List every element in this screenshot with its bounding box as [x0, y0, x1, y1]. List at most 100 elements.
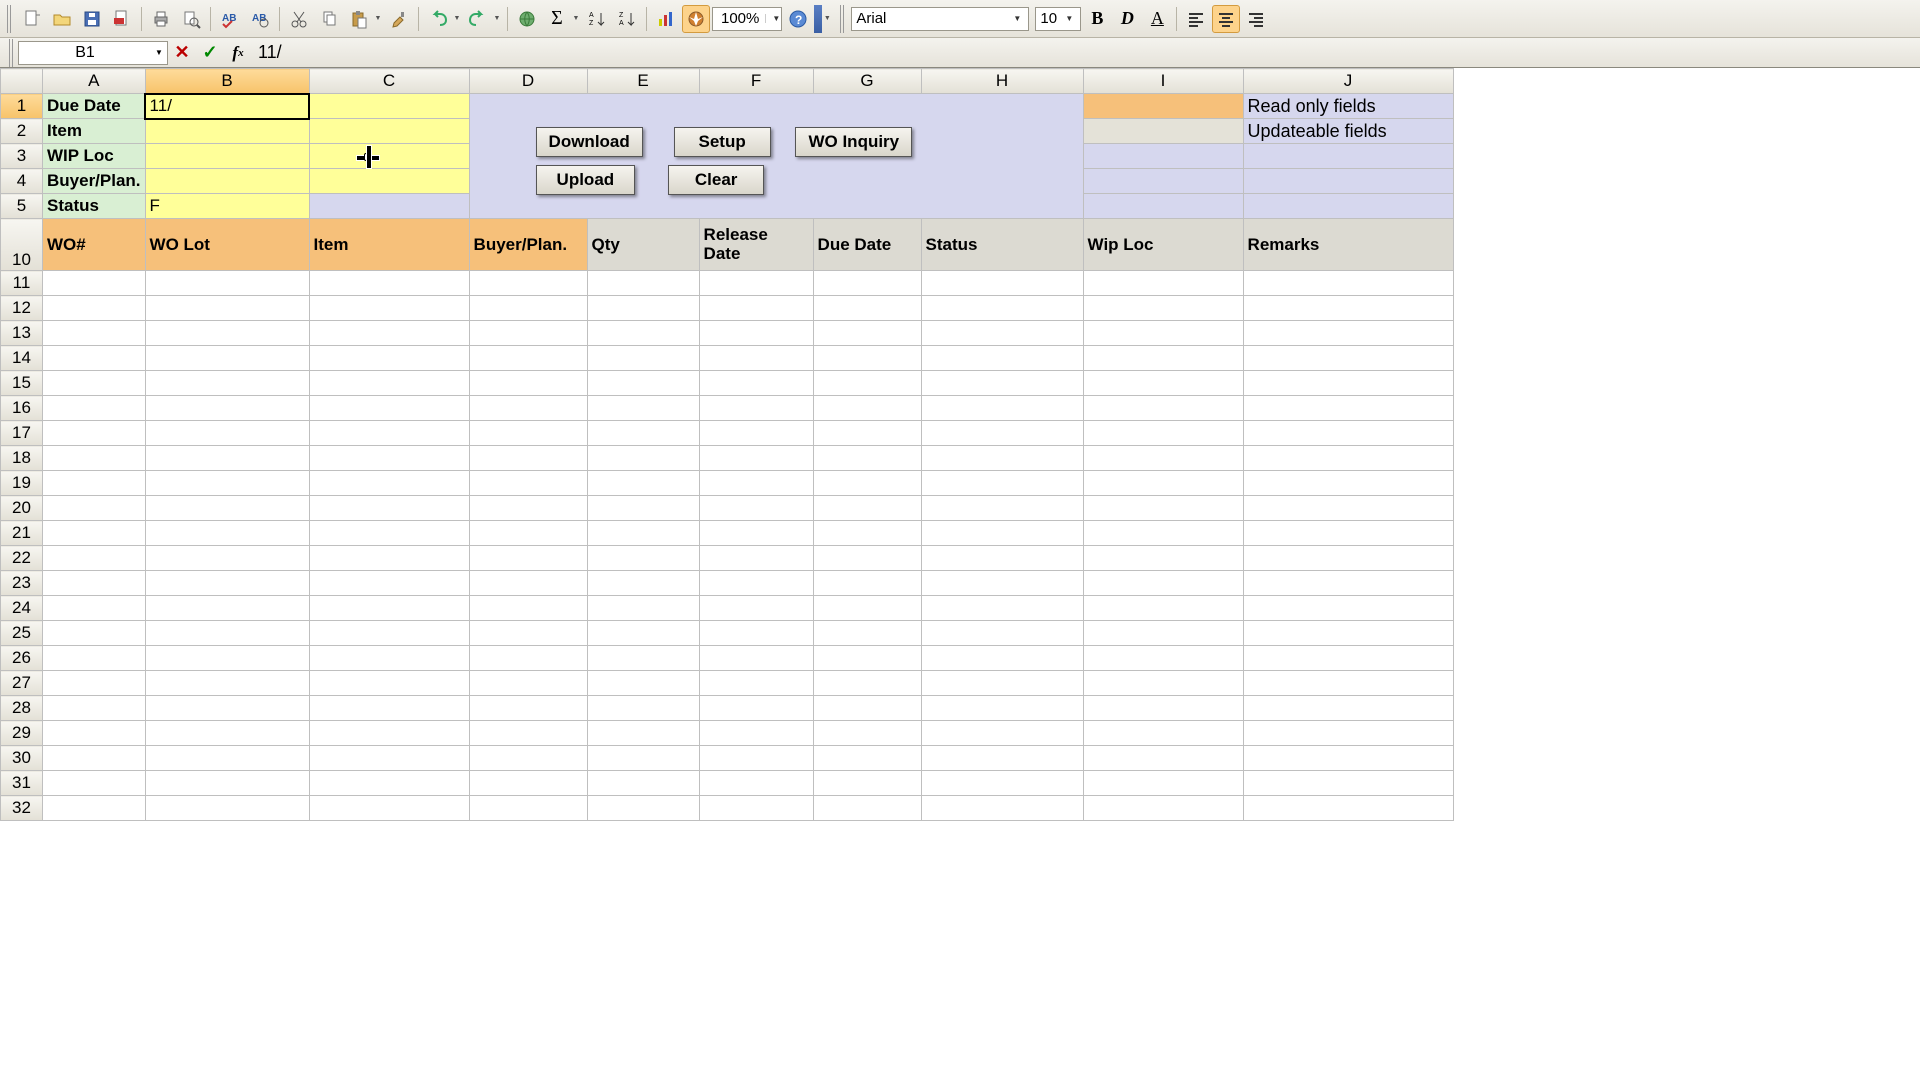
- select-all-corner[interactable]: [1, 69, 43, 94]
- cell[interactable]: [145, 496, 309, 521]
- cell[interactable]: [43, 796, 146, 821]
- cell[interactable]: [699, 621, 813, 646]
- cell[interactable]: [587, 721, 699, 746]
- cell-B4[interactable]: [145, 169, 309, 194]
- col-header-J[interactable]: J: [1243, 69, 1453, 94]
- cell[interactable]: [921, 696, 1083, 721]
- row-header-10[interactable]: 10: [1, 219, 43, 271]
- row-header-15[interactable]: 15: [1, 371, 43, 396]
- cell[interactable]: [309, 621, 469, 646]
- cell[interactable]: [813, 371, 921, 396]
- cell[interactable]: [813, 346, 921, 371]
- cell[interactable]: [921, 596, 1083, 621]
- row-header-23[interactable]: 23: [1, 571, 43, 596]
- cell[interactable]: [1083, 721, 1243, 746]
- cell[interactable]: [699, 371, 813, 396]
- cell[interactable]: [145, 596, 309, 621]
- th-remarks[interactable]: Remarks: [1243, 219, 1453, 271]
- cell[interactable]: [469, 671, 587, 696]
- row-header-31[interactable]: 31: [1, 771, 43, 796]
- cell[interactable]: [699, 346, 813, 371]
- cell[interactable]: [587, 521, 699, 546]
- row-header-11[interactable]: 11: [1, 271, 43, 296]
- cell[interactable]: [699, 321, 813, 346]
- cell[interactable]: [309, 421, 469, 446]
- cell[interactable]: [1083, 696, 1243, 721]
- cell[interactable]: [587, 371, 699, 396]
- name-box[interactable]: B1 ▼: [18, 41, 168, 65]
- undo-dropdown[interactable]: ▼: [452, 5, 462, 33]
- cell[interactable]: [1083, 796, 1243, 821]
- cell[interactable]: [145, 771, 309, 796]
- cell[interactable]: [145, 321, 309, 346]
- cell[interactable]: [1083, 596, 1243, 621]
- cell[interactable]: [1083, 771, 1243, 796]
- cell[interactable]: [309, 746, 469, 771]
- cell[interactable]: [309, 396, 469, 421]
- wo-inquiry-button[interactable]: WO Inquiry: [795, 127, 912, 157]
- row-header-4[interactable]: 4: [1, 169, 43, 194]
- cell[interactable]: [43, 371, 146, 396]
- font-size-dropdown-arrow[interactable]: ▼: [1062, 14, 1076, 23]
- cell[interactable]: [1083, 321, 1243, 346]
- cell[interactable]: [145, 471, 309, 496]
- cell[interactable]: [469, 621, 587, 646]
- cell[interactable]: [43, 396, 146, 421]
- cell[interactable]: [921, 496, 1083, 521]
- col-header-G[interactable]: G: [813, 69, 921, 94]
- col-header-H[interactable]: H: [921, 69, 1083, 94]
- row-header-16[interactable]: 16: [1, 396, 43, 421]
- label-buyer-plan[interactable]: Buyer/Plan.: [43, 169, 146, 194]
- col-header-D[interactable]: D: [469, 69, 587, 94]
- cell[interactable]: [1083, 621, 1243, 646]
- cell[interactable]: [699, 796, 813, 821]
- cell[interactable]: [43, 696, 146, 721]
- cell-B1[interactable]: 11/: [145, 94, 309, 119]
- cell[interactable]: [309, 496, 469, 521]
- cell[interactable]: [587, 296, 699, 321]
- row-header-32[interactable]: 32: [1, 796, 43, 821]
- cell[interactable]: [921, 671, 1083, 696]
- cell[interactable]: [1243, 421, 1453, 446]
- cell[interactable]: [145, 371, 309, 396]
- cell[interactable]: [469, 421, 587, 446]
- print-button[interactable]: [147, 5, 175, 33]
- cell[interactable]: [921, 646, 1083, 671]
- cell[interactable]: [699, 771, 813, 796]
- cell[interactable]: [813, 621, 921, 646]
- cell-J4[interactable]: [1243, 169, 1453, 194]
- cell[interactable]: [469, 296, 587, 321]
- cell[interactable]: [1243, 371, 1453, 396]
- cell[interactable]: [921, 721, 1083, 746]
- row-header-29[interactable]: 29: [1, 721, 43, 746]
- cell[interactable]: [699, 671, 813, 696]
- cell[interactable]: [813, 746, 921, 771]
- cell[interactable]: [699, 596, 813, 621]
- th-item[interactable]: Item: [309, 219, 469, 271]
- cell[interactable]: [921, 571, 1083, 596]
- cell[interactable]: [469, 471, 587, 496]
- underline-button[interactable]: A: [1143, 5, 1171, 33]
- cell[interactable]: [921, 421, 1083, 446]
- th-status[interactable]: Status: [921, 219, 1083, 271]
- cell[interactable]: [43, 271, 146, 296]
- cell[interactable]: [469, 521, 587, 546]
- cell[interactable]: [699, 746, 813, 771]
- row-header-21[interactable]: 21: [1, 521, 43, 546]
- cell[interactable]: [309, 771, 469, 796]
- cell[interactable]: [921, 371, 1083, 396]
- cell[interactable]: [587, 546, 699, 571]
- cell[interactable]: [1083, 446, 1243, 471]
- cell-I5[interactable]: [1083, 194, 1243, 219]
- cell[interactable]: [309, 521, 469, 546]
- cell[interactable]: [1243, 571, 1453, 596]
- th-release-date[interactable]: Release Date: [699, 219, 813, 271]
- cell[interactable]: [587, 696, 699, 721]
- cell[interactable]: [1243, 696, 1453, 721]
- th-wo-lot[interactable]: WO Lot: [145, 219, 309, 271]
- align-left-button[interactable]: [1182, 5, 1210, 33]
- font-name-combo[interactable]: Arial ▼: [851, 7, 1029, 31]
- cell[interactable]: [587, 621, 699, 646]
- row-header-28[interactable]: 28: [1, 696, 43, 721]
- cell[interactable]: [699, 471, 813, 496]
